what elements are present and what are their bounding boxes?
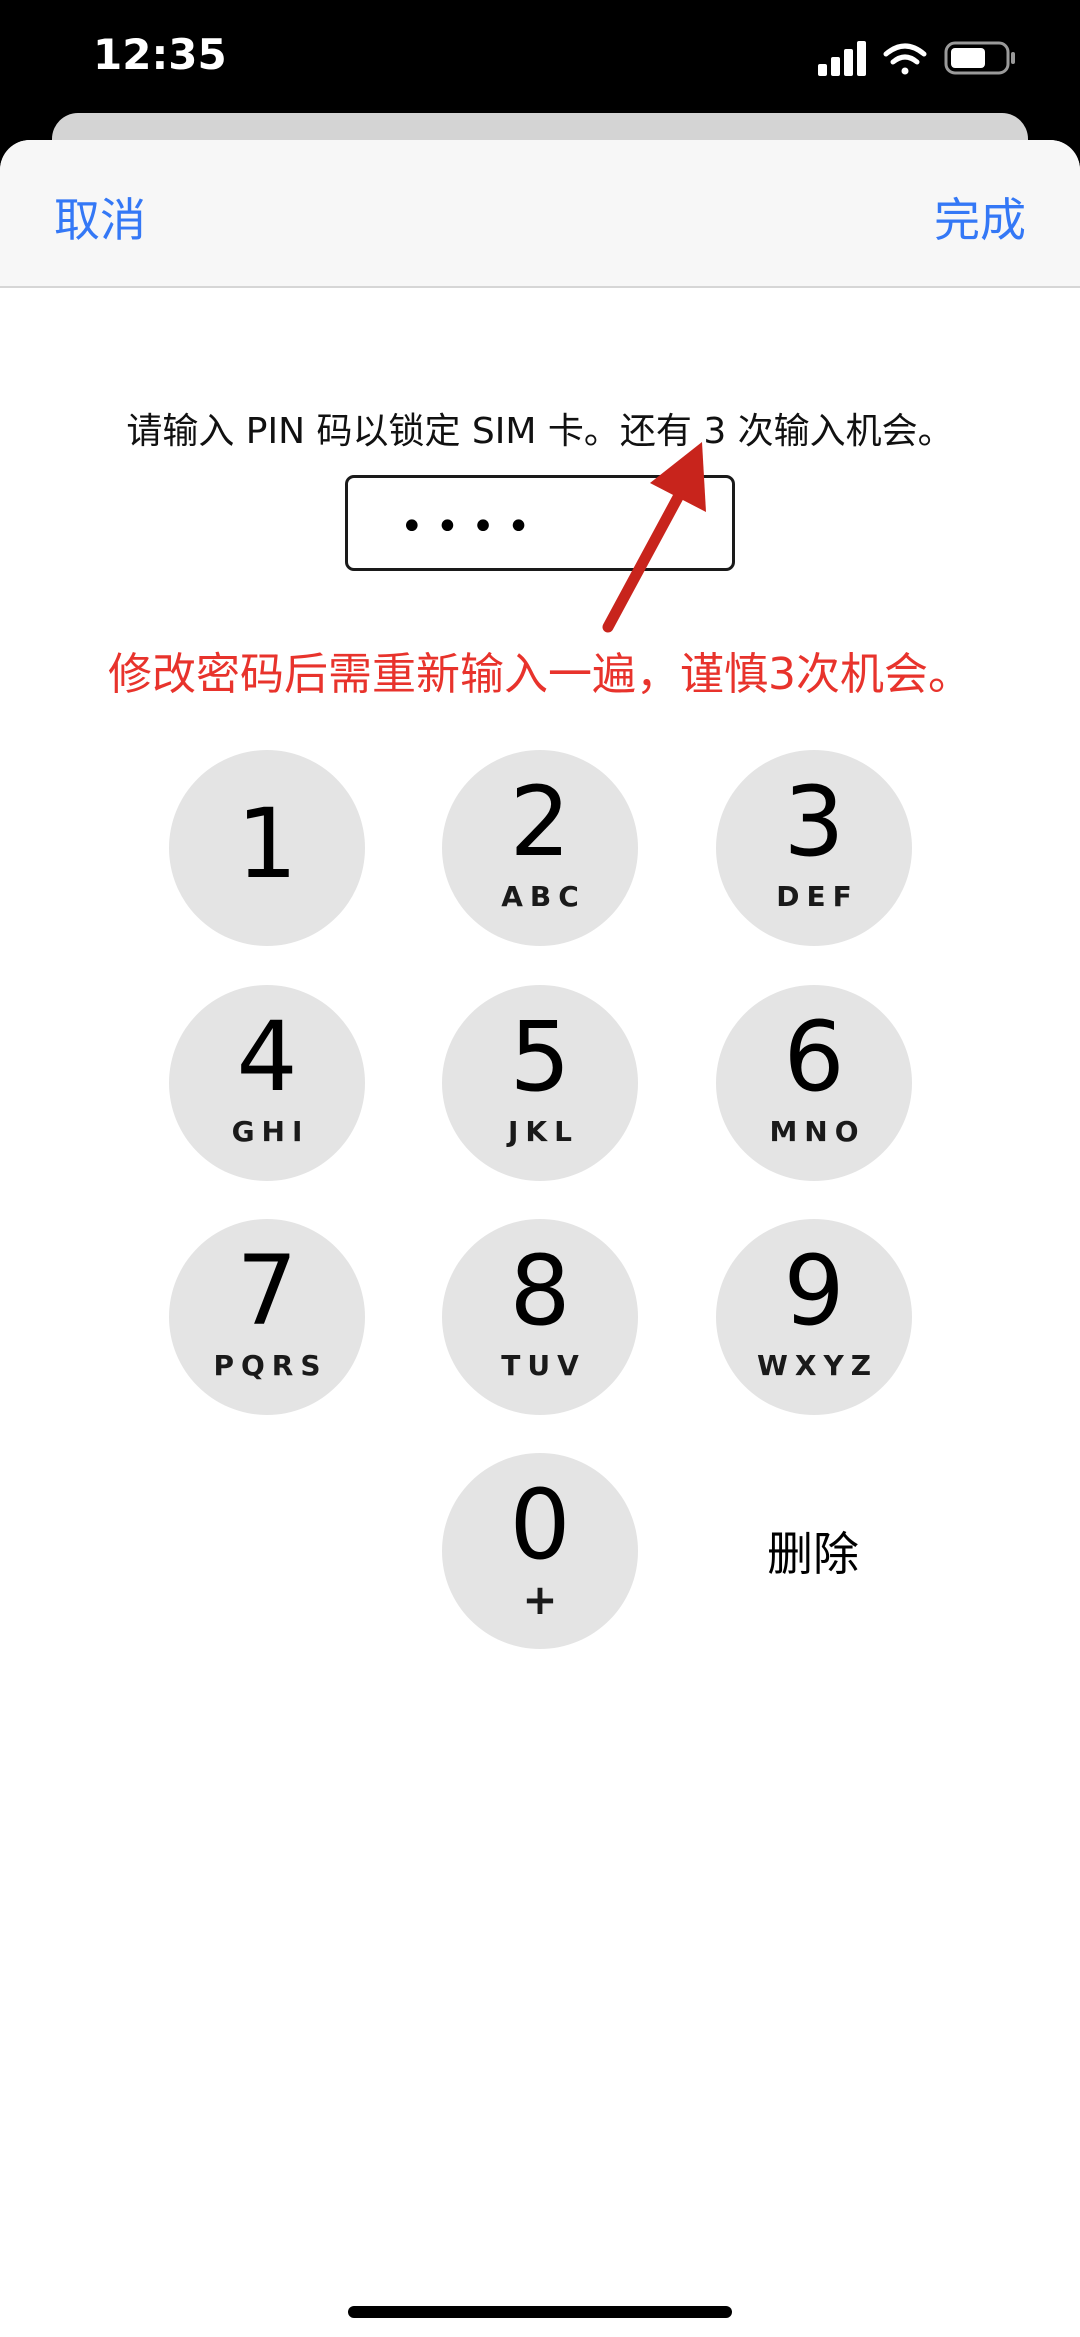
key-letters: GHI bbox=[231, 1115, 310, 1148]
key-4[interactable]: 4 GHI bbox=[169, 985, 365, 1181]
key-1[interactable]: 1 bbox=[169, 750, 365, 946]
status-time: 12:35 bbox=[93, 30, 227, 79]
key-digit: 8 bbox=[509, 1235, 571, 1347]
keypad: 1 2 ABC 3 DEF 4 GHI 5 JKL 6 MNO 7 PQRS 8… bbox=[0, 140, 1080, 2337]
key-5[interactable]: 5 JKL bbox=[442, 985, 638, 1181]
key-digit: 4 bbox=[236, 1001, 298, 1113]
key-digit: 7 bbox=[236, 1235, 298, 1347]
key-digit: 1 bbox=[236, 788, 298, 900]
cellular-signal-icon bbox=[818, 41, 866, 76]
home-indicator bbox=[348, 2306, 732, 2318]
battery-icon bbox=[944, 41, 1015, 75]
key-digit: 9 bbox=[783, 1235, 845, 1347]
key-2[interactable]: 2 ABC bbox=[442, 750, 638, 946]
key-digit: 3 bbox=[783, 766, 845, 878]
key-6[interactable]: 6 MNO bbox=[716, 985, 912, 1181]
key-letters: PQRS bbox=[213, 1349, 328, 1382]
key-digit: 0 bbox=[509, 1469, 571, 1581]
screen: 12:35 取消 完成 请输入 PIN 码以锁定 SIM 卡。还有 3 次输入机… bbox=[0, 0, 1080, 2337]
key-letters: WXYZ bbox=[756, 1349, 879, 1382]
key-7[interactable]: 7 PQRS bbox=[169, 1219, 365, 1415]
key-8[interactable]: 8 TUV bbox=[442, 1219, 638, 1415]
key-letters: JKL bbox=[508, 1115, 579, 1148]
wifi-icon bbox=[883, 43, 927, 75]
key-0[interactable]: 0 + bbox=[442, 1453, 638, 1649]
key-9[interactable]: 9 WXYZ bbox=[716, 1219, 912, 1415]
key-plus: + bbox=[522, 1575, 558, 1624]
pin-sheet: 取消 完成 请输入 PIN 码以锁定 SIM 卡。还有 3 次输入机会。 •••… bbox=[0, 140, 1080, 2337]
key-letters: DEF bbox=[776, 880, 859, 913]
key-letters: ABC bbox=[501, 880, 586, 913]
key-3[interactable]: 3 DEF bbox=[716, 750, 912, 946]
key-digit: 5 bbox=[509, 1001, 571, 1113]
delete-button[interactable]: 删除 bbox=[715, 1453, 911, 1649]
key-letters: TUV bbox=[501, 1349, 586, 1382]
key-letters: MNO bbox=[769, 1115, 866, 1148]
key-digit: 2 bbox=[509, 766, 571, 878]
status-icons bbox=[818, 41, 1015, 76]
key-digit: 6 bbox=[783, 1001, 845, 1113]
status-bar: 12:35 bbox=[0, 0, 1080, 115]
